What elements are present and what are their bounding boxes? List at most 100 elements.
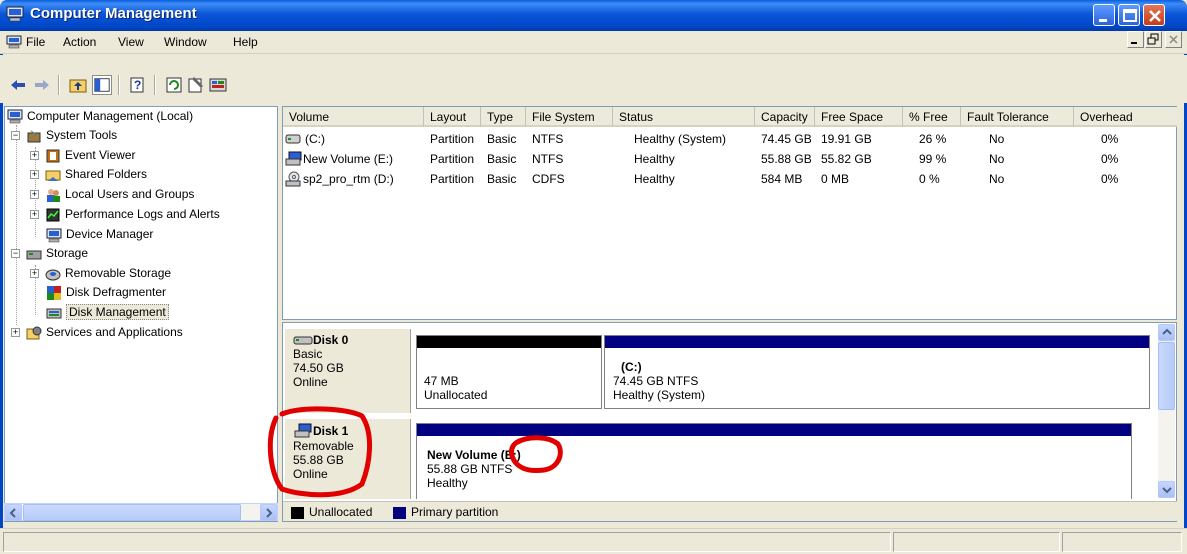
show-hide-tree-icon[interactable] [92,75,112,95]
overhead-cell: 0% [1101,132,1119,146]
tree-label: Device Manager [66,227,154,241]
scroll-thumb[interactable] [23,504,241,521]
scroll-up-button[interactable] [1158,324,1175,341]
removable-disk-icon [294,423,312,438]
col-fault-tolerance[interactable]: Fault Tolerance [961,107,1074,127]
col-type[interactable]: Type [481,107,526,127]
col-capacity[interactable]: Capacity [755,107,815,127]
col-file-system[interactable]: File System [526,107,613,127]
menu-window[interactable]: Window [164,35,207,49]
percent-free-cell: 0 % [919,172,940,186]
scroll-thumb[interactable] [1158,342,1175,410]
toolbar-separator [154,75,156,95]
minimize-icon [1099,19,1107,22]
collapse-toggle[interactable]: − [11,249,20,258]
forward-arrow-icon[interactable] [32,75,52,95]
disk-1-label[interactable]: Disk 1 Removable 55.88 GB Online [285,419,411,499]
expand-toggle[interactable]: + [30,190,39,199]
close-icon [1169,35,1178,44]
event-viewer-icon [46,149,60,163]
disk-name: Disk 0 [313,333,349,347]
console-tree[interactable]: Computer Management (Local) − System Too… [4,106,278,522]
child-close-button[interactable] [1165,31,1182,48]
partition-name: (C:) [621,360,642,374]
partition-e[interactable]: New Volume (E:) 55.88 GB NTFS Healthy [416,423,1132,499]
vertical-scrollbar[interactable] [1158,324,1175,498]
disk-view-icon[interactable] [208,75,228,95]
col-overhead[interactable]: Overhead [1074,107,1177,127]
scroll-down-button[interactable] [1158,481,1175,498]
close-icon [1149,10,1161,22]
up-one-level-icon[interactable] [68,75,88,95]
overhead-cell: 0% [1101,152,1119,166]
menu-file[interactable]: File [26,35,45,49]
volume-list[interactable]: Volume Layout Type File System Status Ca… [282,106,1177,320]
overhead-cell: 0% [1101,172,1119,186]
expand-toggle[interactable]: + [30,269,39,278]
close-button[interactable] [1143,4,1165,26]
col-layout[interactable]: Layout [424,107,481,127]
type-cell: Basic [487,132,517,146]
drive-icon [285,134,301,144]
title-bar[interactable]: Computer Management [0,0,1187,31]
toolbar-separator [58,75,60,95]
fault-tolerance-cell: No [989,152,1005,166]
capacity-cell: 55.88 GB [761,152,812,166]
menu-help[interactable]: Help [233,35,258,49]
free-space-cell: 0 MB [821,172,850,186]
fault-tolerance-cell: No [989,172,1005,186]
child-minimize-button[interactable] [1127,31,1144,48]
status-cell: Healthy [634,172,675,186]
partition-bar [417,336,601,348]
disk-state: Online [293,467,328,481]
col-volume[interactable]: Volume [283,107,424,127]
volume-name: New Volume (E:) [303,152,394,166]
tree-label: System Tools [46,128,118,142]
collapse-toggle[interactable]: − [11,131,20,140]
minimize-icon [1131,42,1137,44]
expand-toggle[interactable]: + [30,151,39,160]
menu-action[interactable]: Action [63,35,96,49]
disk-0-label[interactable]: Disk 0 Basic 74.50 GB Online [285,329,411,413]
svg-text:?: ? [134,78,141,92]
chevron-down-icon [1162,487,1172,494]
layout-cell: Partition [430,132,475,146]
scroll-left-button[interactable] [5,504,22,521]
scroll-right-button[interactable] [260,504,277,521]
col-percent-free[interactable]: % Free [903,107,961,127]
maximize-button[interactable] [1118,4,1140,26]
minimize-button[interactable] [1093,4,1115,26]
cd-drive-icon [285,171,301,187]
back-arrow-icon[interactable] [8,75,28,95]
status-cell: Healthy (System) [634,132,727,146]
expand-toggle[interactable]: + [11,328,20,337]
expand-toggle[interactable]: + [30,170,39,179]
percent-free-cell: 99 % [919,152,947,166]
child-restore-button[interactable] [1145,31,1162,48]
chevron-right-icon [266,508,273,518]
type-cell: Basic [487,152,517,166]
window-border-left [0,31,3,554]
properties-icon[interactable] [186,75,206,95]
horizontal-scrollbar[interactable] [4,503,278,521]
expand-toggle[interactable]: + [30,210,39,219]
volume-name: sp2_pro_rtm (D:) [303,172,394,186]
col-free-space[interactable]: Free Space [815,107,903,127]
removable-drive-icon [285,151,302,166]
computer-icon [7,109,23,124]
tree-label: Performance Logs and Alerts [65,207,220,221]
status-cell: Healthy [634,152,675,166]
partition-c[interactable]: (C:) 74.45 GB NTFS Healthy (System) [604,335,1150,409]
menu-view[interactable]: View [118,35,144,49]
unallocated-partition[interactable]: 47 MB Unallocated [416,335,602,409]
refresh-icon[interactable] [164,75,184,95]
tree-label: Shared Folders [65,167,148,181]
capacity-cell: 584 MB [761,172,803,186]
chevron-left-icon [9,508,16,518]
help-icon[interactable]: ? [128,75,148,95]
partition-name: New Volume (E:) [427,448,521,462]
mmc-doc-icon[interactable] [6,35,22,49]
disk-graphical-view[interactable]: Disk 0 Basic 74.50 GB Online 47 MB Unall… [282,322,1177,522]
free-space-cell: 19.91 GB [821,132,872,146]
col-status[interactable]: Status [613,107,755,127]
